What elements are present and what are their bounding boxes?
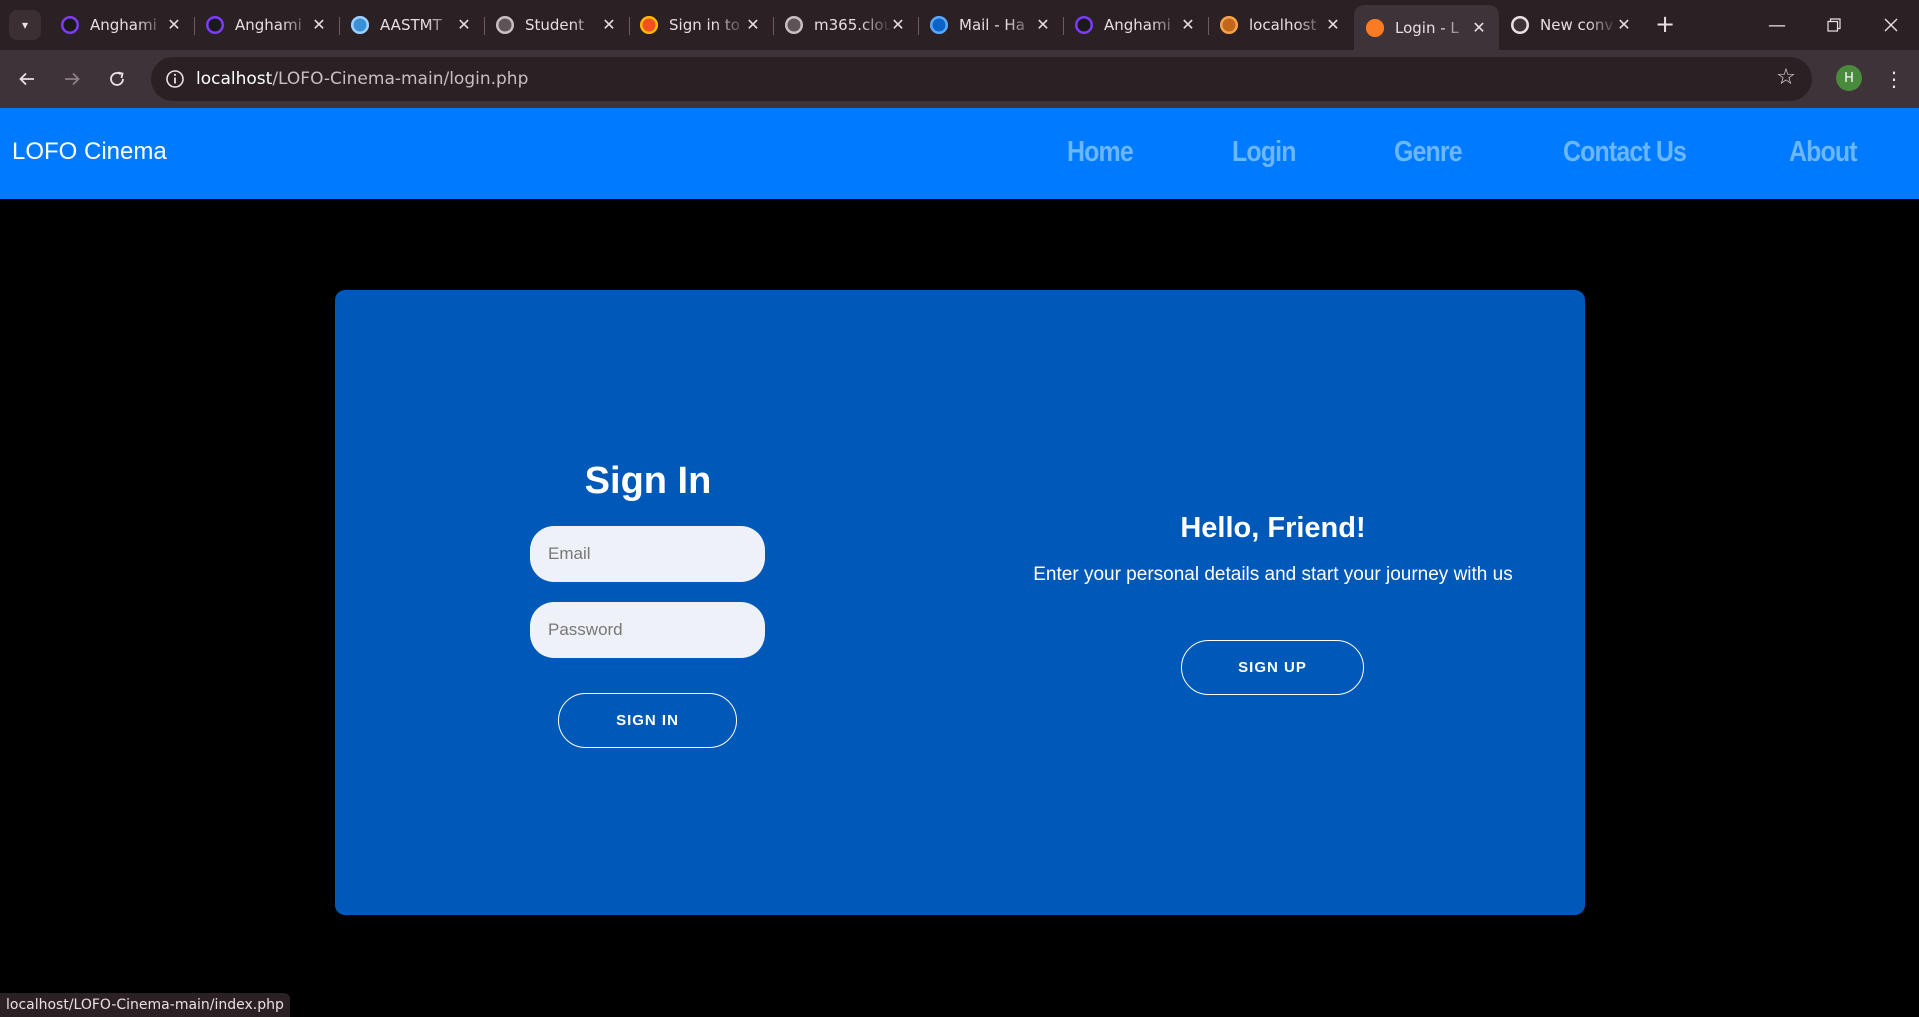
tab-title: Login - L — [1395, 18, 1459, 37]
sign-in-title: Sign In — [584, 460, 712, 502]
browser-tab[interactable]: Anghami ✕ — [194, 7, 339, 43]
copilot-icon — [1511, 16, 1529, 34]
url-host: localhost — [196, 69, 273, 89]
tab-close-icon[interactable]: ✕ — [1323, 15, 1343, 35]
arrow-right-icon — [65, 72, 80, 86]
tab-close-icon[interactable]: ✕ — [1614, 15, 1634, 35]
tab-title: Mail - Ha — [959, 16, 1025, 34]
xampp-icon — [1220, 16, 1238, 34]
more-vertical-icon: ⋮ — [1884, 67, 1904, 91]
browser-toolbar: localhost/LOFO-Cinema-main/login.php ☆ H… — [0, 50, 1919, 108]
sign-in-button[interactable]: SIGN IN — [558, 693, 737, 748]
outlook-icon — [930, 16, 948, 34]
close-icon — [1884, 18, 1898, 32]
tab-close-icon[interactable]: ✕ — [309, 15, 329, 35]
anghami-icon — [206, 16, 224, 34]
browser-tab[interactable]: Anghami ✕ — [49, 7, 194, 43]
browser-tab-strip: ▾ Anghami ✕ Anghami ✕ AASTMT ✕ Student ✕ Sign in… — [0, 0, 1919, 50]
anghami-icon — [61, 16, 79, 34]
plus-icon: + — [1654, 10, 1676, 38]
url-path: /LOFO-Cinema-main/login.php — [272, 69, 529, 89]
reload-icon — [110, 71, 124, 86]
bookmark-button[interactable]: ☆ — [1774, 67, 1798, 91]
minimize-button[interactable]: — — [1753, 6, 1801, 44]
anghami-icon — [1075, 16, 1093, 34]
tab-title: Anghami — [1104, 16, 1171, 34]
tab-close-icon[interactable]: ✕ — [888, 15, 908, 35]
nav-link-genre[interactable]: Genre — [1394, 136, 1463, 169]
tab-title: Sign in to — [669, 16, 740, 34]
password-input[interactable] — [530, 602, 765, 658]
new-tab-button[interactable]: + — [1651, 11, 1679, 39]
tab-search-button[interactable]: ▾ — [9, 10, 41, 40]
globe-icon — [785, 16, 803, 34]
tab-title: New conv — [1540, 16, 1614, 34]
sign-up-button[interactable]: SIGN UP — [1181, 640, 1364, 695]
microsoft-icon — [640, 16, 658, 34]
tab-close-icon[interactable]: ✕ — [743, 15, 763, 35]
tab-close-icon[interactable]: ✕ — [1033, 15, 1053, 35]
arrow-left-icon — [19, 72, 34, 86]
browser-tab[interactable]: AASTMT ✕ — [339, 7, 484, 43]
tab-close-icon[interactable]: ✕ — [454, 15, 474, 35]
nav-link-home[interactable]: Home — [1067, 136, 1134, 169]
status-url-bubble: localhost/LOFO-Cinema-main/index.php — [0, 993, 290, 1017]
restore-icon — [1827, 18, 1841, 32]
info-icon — [166, 70, 184, 88]
tab-title: Anghami — [90, 16, 157, 34]
tab-close-icon[interactable]: ✕ — [164, 15, 184, 35]
tab-close-icon[interactable]: ✕ — [1469, 18, 1489, 38]
site-navbar: LOFO Cinema Home Login Genre Contact Us … — [0, 108, 1919, 199]
site-info-button[interactable] — [163, 67, 187, 91]
tab-title: m365.cloud — [814, 16, 892, 34]
browser-menu-button[interactable]: ⋮ — [1880, 64, 1908, 94]
hello-text: Enter your personal details and start yo… — [1033, 564, 1513, 585]
browser-tab[interactable]: localhost ✕ — [1208, 7, 1353, 43]
nav-link-about[interactable]: About — [1789, 136, 1858, 169]
xampp-icon — [1366, 18, 1384, 37]
tab-title: Student — [525, 16, 585, 34]
back-button[interactable] — [12, 64, 42, 94]
tab-title: AASTMT — [380, 16, 442, 34]
email-input[interactable] — [530, 526, 765, 582]
tab-title: localhost — [1249, 16, 1317, 34]
url-text: localhost/LOFO-Cinema-main/login.php — [196, 69, 528, 89]
globe-icon — [496, 16, 514, 34]
reload-button[interactable] — [102, 64, 132, 94]
browser-tab[interactable]: Anghami ✕ — [1063, 7, 1208, 43]
browser-tab[interactable]: Sign in to ✕ — [628, 7, 773, 43]
profile-avatar[interactable]: H — [1836, 65, 1862, 91]
address-bar[interactable]: localhost/LOFO-Cinema-main/login.php ☆ — [151, 57, 1812, 101]
browser-tab[interactable]: Student ✕ — [484, 7, 629, 43]
tab-close-icon[interactable]: ✕ — [1178, 15, 1198, 35]
browser-tab[interactable]: New conv ✕ — [1499, 7, 1644, 43]
login-card: Sign In SIGN IN Hello, Friend! Enter you… — [335, 290, 1585, 915]
tab-title: Anghami — [235, 16, 302, 34]
aastmt-icon — [351, 16, 369, 34]
hello-title: Hello, Friend! — [1180, 512, 1366, 544]
chevron-down-icon: ▾ — [21, 18, 29, 32]
star-icon: ☆ — [1776, 65, 1796, 90]
browser-tab[interactable]: m365.cloud✕ — [773, 7, 918, 43]
tab-close-icon[interactable]: ✕ — [599, 15, 619, 35]
nav-link-login[interactable]: Login — [1232, 136, 1296, 169]
site-brand[interactable]: LOFO Cinema — [12, 138, 167, 166]
forward-button[interactable] — [57, 64, 87, 94]
close-window-button[interactable] — [1867, 6, 1915, 44]
browser-tab[interactable]: Mail - Ha ✕ — [918, 7, 1063, 43]
nav-link-contact-us[interactable]: Contact Us — [1563, 136, 1687, 169]
browser-tab[interactable]: Login - L ✕ — [1354, 5, 1499, 50]
restore-button[interactable] — [1810, 6, 1858, 44]
minimize-icon: — — [1768, 14, 1786, 36]
